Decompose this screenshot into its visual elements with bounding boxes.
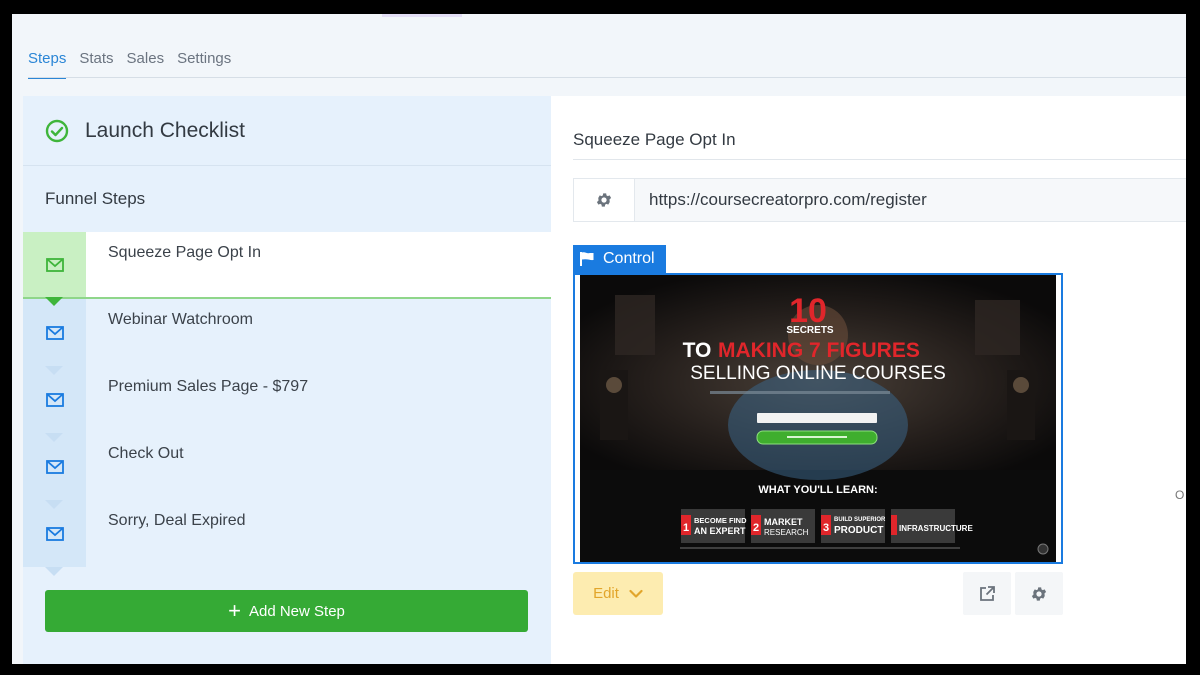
preview-headline-main: MAKING 7 FIGURES (718, 339, 920, 362)
step-connector-arrow (45, 567, 63, 576)
preview-card-line2: INFRASTRUCTURE (899, 524, 973, 533)
preview-learn-title: WHAT YOU'LL LEARN: (758, 484, 877, 496)
envelope-icon (45, 459, 64, 474)
funnel-step-webinar[interactable]: Webinar Watchroom (23, 299, 551, 375)
envelope-icon (45, 392, 64, 407)
preview-card-number: 2 (753, 522, 759, 534)
preview-headline-secrets: SECRETS (786, 325, 834, 336)
chevron-down-icon (629, 589, 643, 598)
plus-icon: + (228, 598, 241, 623)
tab-stats[interactable]: Stats (79, 50, 113, 79)
preview-card-line1: MARKET (764, 517, 803, 527)
control-variant-tag: Control (573, 245, 666, 273)
open-page-button[interactable] (963, 572, 1011, 615)
add-new-step-button[interactable]: + Add New Step (45, 590, 528, 632)
funnel-step-list: Squeeze Page Opt In Webinar Watchroom Pr… (23, 232, 551, 576)
step-connector-arrow (45, 297, 63, 306)
page-title: Squeeze Page Opt In (573, 130, 736, 149)
funnel-step-premium-sales[interactable]: Premium Sales Page - $797 (23, 366, 551, 442)
launch-checklist[interactable]: Launch Checklist (23, 96, 551, 166)
step-label: Premium Sales Page - $797 (108, 378, 309, 395)
app-frame: Steps Stats Sales Settings Launch Checkl… (12, 14, 1186, 664)
tabs-divider (28, 77, 1186, 78)
step-icon-cell (23, 366, 86, 433)
title-divider (573, 159, 1186, 160)
funnel-steps-panel: Launch Checklist Funnel Steps Squeeze Pa… (23, 96, 551, 664)
gear-icon (1031, 586, 1047, 601)
top-accent (382, 14, 462, 17)
step-icon-cell (23, 232, 86, 297)
envelope-icon (45, 325, 64, 340)
top-tabs: Steps Stats Sales Settings (28, 50, 231, 79)
preview-card-line2: AN EXPERT (694, 526, 746, 536)
step-label: Sorry, Deal Expired (108, 512, 246, 529)
add-step-label: Add New Step (248, 602, 345, 620)
check-circle-icon (45, 119, 69, 142)
step-connector-arrow (45, 500, 63, 509)
step-label: Squeeze Page Opt In (108, 244, 261, 261)
page-url-bar: https://coursecreatorpro.com/register (573, 178, 1186, 222)
envelope-icon (45, 257, 64, 272)
edit-page-button[interactable]: Edit (573, 572, 663, 615)
preview-card-line2: PRODUCT (834, 525, 883, 536)
edge-clipped-text: O (1175, 488, 1185, 502)
external-link-icon (980, 585, 995, 601)
funnel-step-checkout[interactable]: Check Out (23, 433, 551, 509)
preview-headline-to: TO (683, 339, 712, 362)
page-preview-thumbnail[interactable]: 10 SECRETS TO MAKING 7 FIGURES SELLING O… (573, 273, 1063, 564)
step-icon-cell (23, 433, 86, 500)
control-label: Control (603, 250, 655, 267)
preview-card: 1 BECOME FIND AN EXPERT (681, 509, 747, 543)
flag-icon (580, 252, 594, 266)
preview-card: 2 MARKET RESEARCH (751, 509, 815, 543)
step-connector-arrow (45, 433, 63, 442)
preview-card: 3 BUILD SUPERIOR PRODUCT (821, 509, 886, 543)
preview-image: 10 SECRETS TO MAKING 7 FIGURES SELLING O… (575, 275, 1061, 562)
step-detail-panel: Squeeze Page Opt In https://coursecreato… (551, 96, 1186, 664)
step-label: Webinar Watchroom (108, 311, 253, 328)
preview-card-number: 1 (683, 522, 689, 534)
page-settings-button[interactable] (1015, 572, 1063, 615)
step-icon-cell (23, 500, 86, 567)
preview-card-number: 3 (823, 522, 829, 534)
url-settings-button[interactable] (574, 179, 635, 221)
tab-settings[interactable]: Settings (177, 50, 231, 79)
edit-label: Edit (593, 585, 619, 602)
preview-headline-sub: SELLING ONLINE COURSES (690, 363, 946, 384)
tab-sales[interactable]: Sales (127, 50, 165, 79)
tab-steps[interactable]: Steps (28, 50, 67, 79)
preview-card-line1: BECOME FIND (694, 516, 747, 525)
checklist-title: Launch Checklist (85, 118, 245, 142)
funnel-steps-heading: Funnel Steps (45, 189, 146, 208)
preview-chat-icon (1037, 543, 1049, 555)
funnel-step-deal-expired[interactable]: Sorry, Deal Expired (23, 500, 551, 576)
envelope-icon (45, 526, 64, 541)
page-url[interactable]: https://coursecreatorpro.com/register (635, 179, 927, 221)
preview-card-line2: RESEARCH (764, 528, 809, 537)
step-connector-arrow (45, 366, 63, 375)
step-label: Check Out (108, 445, 184, 462)
preview-card-line1: BUILD SUPERIOR (834, 517, 886, 523)
preview-email-field (757, 413, 877, 423)
step-icon-cell (23, 299, 86, 366)
gear-icon (596, 193, 612, 207)
funnel-step-squeeze-page[interactable]: Squeeze Page Opt In (23, 232, 551, 306)
